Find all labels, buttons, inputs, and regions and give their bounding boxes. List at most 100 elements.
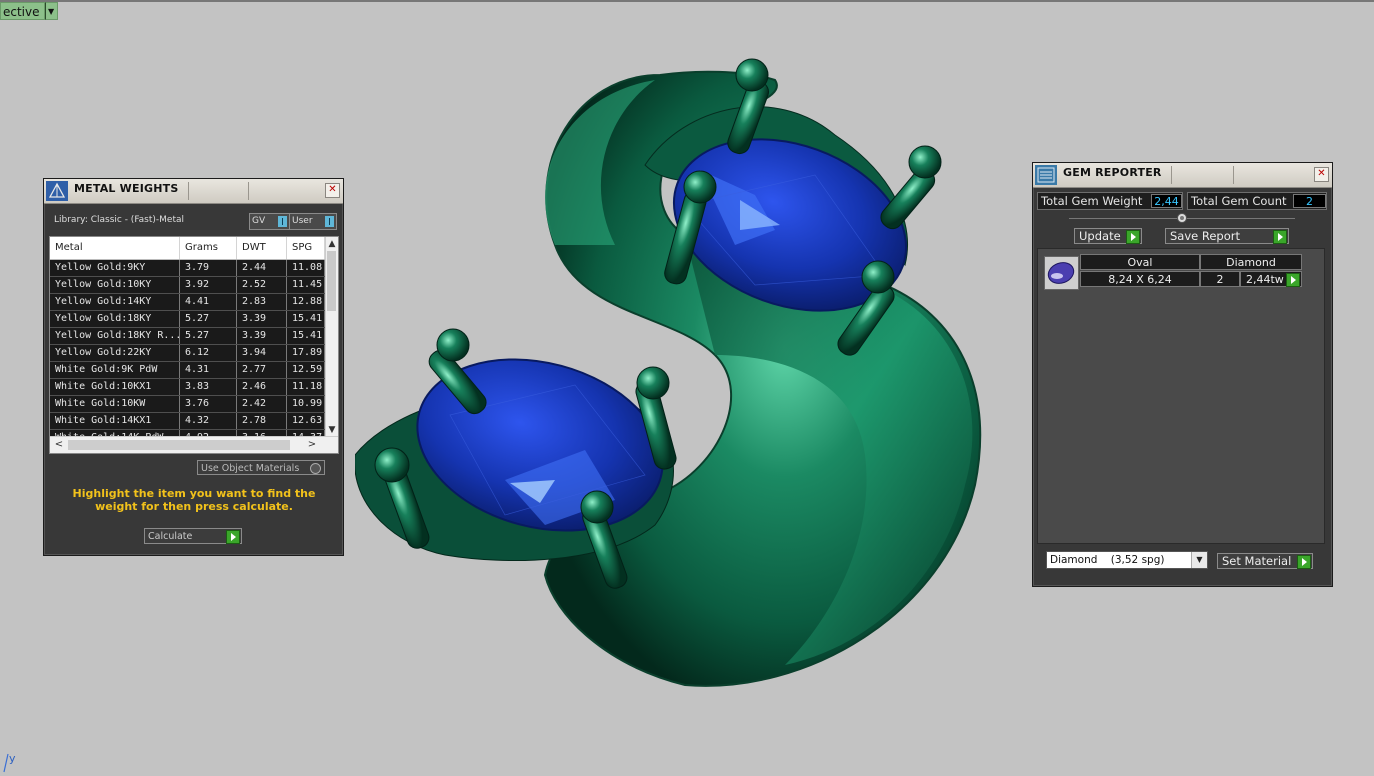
update-button[interactable]: Update	[1074, 228, 1142, 244]
viewport-view-menu[interactable]: ective ▼	[0, 2, 58, 20]
grams-cell: 4.32	[180, 413, 237, 429]
spg-cell: 12.88	[287, 294, 325, 310]
column-header[interactable]: Metal	[50, 237, 180, 259]
scroll-right-icon[interactable]: >	[305, 437, 319, 453]
grams-cell: 6.12	[180, 345, 237, 361]
chevron-down-icon[interactable]: ▼	[1191, 552, 1207, 568]
table-row[interactable]: White Gold:10KX1 3.83 2.46 11.18	[50, 379, 338, 396]
dwt-cell: 3.94	[237, 345, 287, 361]
save-report-button[interactable]: Save Report	[1165, 228, 1289, 244]
total-gem-count-label: Total Gem Count	[1191, 194, 1287, 208]
close-icon[interactable]: ✕	[325, 183, 340, 198]
metal-name-cell: White Gold:10KW	[50, 396, 180, 412]
grams-cell: 3.83	[180, 379, 237, 395]
gem-material-cell[interactable]: Diamond	[1200, 254, 1302, 270]
close-icon[interactable]: ✕	[1314, 167, 1329, 182]
metal-table: Metal Grams DWT SPG Yellow Gold:9KY 3.79 2…	[49, 236, 339, 454]
save-report-label: Save Report	[1170, 229, 1241, 243]
calculate-label: Calculate	[148, 531, 193, 542]
play-icon[interactable]	[226, 530, 240, 544]
vertical-scrollbar[interactable]: ▲ ▼	[325, 237, 338, 437]
scroll-thumb[interactable]	[327, 251, 336, 311]
metal-name-cell: Yellow Gold:18KY R...	[50, 328, 180, 344]
table-row[interactable]: Yellow Gold:18KY 5.27 3.39 15.41	[50, 311, 338, 328]
title-divider	[248, 182, 249, 200]
gem-reporter-titlebar[interactable]: GEM REPORTER ✕	[1033, 163, 1332, 188]
scroll-down-icon[interactable]: ▼	[326, 423, 338, 437]
set-material-button[interactable]: Set Material	[1217, 553, 1313, 569]
scroll-up-icon[interactable]: ▲	[326, 237, 338, 251]
metal-scale-icon	[46, 181, 68, 201]
chevron-down-icon[interactable]: ▼	[44, 2, 58, 20]
scroll-thumb[interactable]	[68, 440, 290, 450]
play-icon[interactable]	[1286, 273, 1300, 287]
calculate-button[interactable]: Calculate	[144, 528, 242, 544]
spg-cell: 12.63	[287, 413, 325, 429]
panel-title: METAL WEIGHTS	[74, 182, 179, 195]
grams-cell: 5.27	[180, 328, 237, 344]
set-material-label: Set Material	[1222, 554, 1292, 568]
user-toggle[interactable]: User	[289, 213, 337, 230]
spg-cell: 11.18	[287, 379, 325, 395]
dwt-cell: 3.39	[237, 311, 287, 327]
dwt-cell: 2.44	[237, 260, 287, 276]
material-select[interactable]: Diamond (3,52 spg) ▼	[1046, 551, 1208, 569]
table-row[interactable]: Yellow Gold:18KY R... 5.27 3.39 15.41	[50, 328, 338, 345]
spg-cell: 11.08	[287, 260, 325, 276]
viewport-view-label[interactable]: ective	[0, 2, 45, 20]
column-header[interactable]: Grams	[180, 237, 237, 259]
play-icon[interactable]	[1273, 230, 1287, 244]
spg-cell: 15.41	[287, 328, 325, 344]
spg-cell: 11.45	[287, 277, 325, 293]
gv-label: GV	[252, 216, 266, 226]
table-header: Metal Grams DWT SPG	[50, 237, 338, 260]
oval-gem-icon	[1047, 262, 1075, 284]
dwt-cell: 3.39	[237, 328, 287, 344]
gem-count-cell[interactable]: 2	[1200, 271, 1240, 287]
axis-y-label: y	[9, 752, 16, 765]
grams-cell: 3.79	[180, 260, 237, 276]
user-label: User	[292, 216, 313, 226]
grams-cell: 3.76	[180, 396, 237, 412]
update-label: Update	[1079, 229, 1121, 243]
instruction-text: Highlight the item you want to find the …	[72, 487, 316, 513]
scroll-left-icon[interactable]: <	[52, 437, 66, 453]
play-icon[interactable]	[1297, 555, 1311, 569]
dwt-cell: 2.77	[237, 362, 287, 378]
use-object-materials-toggle[interactable]: Use Object Materials	[197, 460, 325, 475]
radio-icon[interactable]	[310, 463, 321, 474]
table-row[interactable]: White Gold:14KX1 4.32 2.78 12.63	[50, 413, 338, 430]
ring-3d-model[interactable]	[355, 55, 1005, 695]
column-header[interactable]: DWT	[237, 237, 287, 259]
gem-shape-cell[interactable]: Oval	[1080, 254, 1200, 270]
metal-weights-titlebar[interactable]: METAL WEIGHTS ✕	[44, 179, 343, 204]
gem-weight-cell[interactable]: 2,44tw	[1240, 271, 1302, 287]
horizontal-scrollbar[interactable]: < >	[50, 436, 338, 453]
table-row[interactable]: White Gold:10KW 3.76 2.42 10.99	[50, 396, 338, 413]
table-row[interactable]: Yellow Gold:14KY 4.41 2.83 12.88	[50, 294, 338, 311]
table-body: Yellow Gold:9KY 3.79 2.44 11.08 Yellow Gold:…	[50, 260, 338, 447]
total-gem-count-value: 2	[1293, 194, 1326, 208]
table-row[interactable]: White Gold:9K PdW 4.31 2.77 12.59	[50, 362, 338, 379]
material-select-value: Diamond (3,52 spg)	[1050, 554, 1165, 566]
title-divider	[188, 182, 189, 200]
metal-name-cell: White Gold:9K PdW	[50, 362, 180, 378]
gv-toggle[interactable]: GV	[249, 213, 290, 230]
play-icon[interactable]	[1126, 230, 1140, 244]
dwt-cell: 2.46	[237, 379, 287, 395]
metal-name-cell: Yellow Gold:18KY	[50, 311, 180, 327]
gem-weight-value: 2,44tw	[1246, 273, 1284, 286]
gem-report-icon	[1035, 165, 1057, 185]
metal-name-cell: Yellow Gold:22KY	[50, 345, 180, 361]
gem-list: Oval Diamond 8,24 X 6,24 2 2,44tw	[1037, 248, 1325, 544]
size-slider-handle[interactable]	[1177, 213, 1187, 223]
total-gem-weight-field: Total Gem Weight 2,44	[1037, 192, 1183, 210]
gv-toggle-icon	[278, 216, 287, 227]
gem-thumbnail[interactable]	[1044, 256, 1079, 290]
gem-size-cell[interactable]: 8,24 X 6,24	[1080, 271, 1200, 287]
table-row[interactable]: Yellow Gold:10KY 3.92 2.52 11.45	[50, 277, 338, 294]
axis-indicator: y	[3, 752, 16, 773]
table-row[interactable]: Yellow Gold:9KY 3.79 2.44 11.08	[50, 260, 338, 277]
table-row[interactable]: Yellow Gold:22KY 6.12 3.94 17.89	[50, 345, 338, 362]
column-header[interactable]: SPG	[287, 237, 325, 259]
